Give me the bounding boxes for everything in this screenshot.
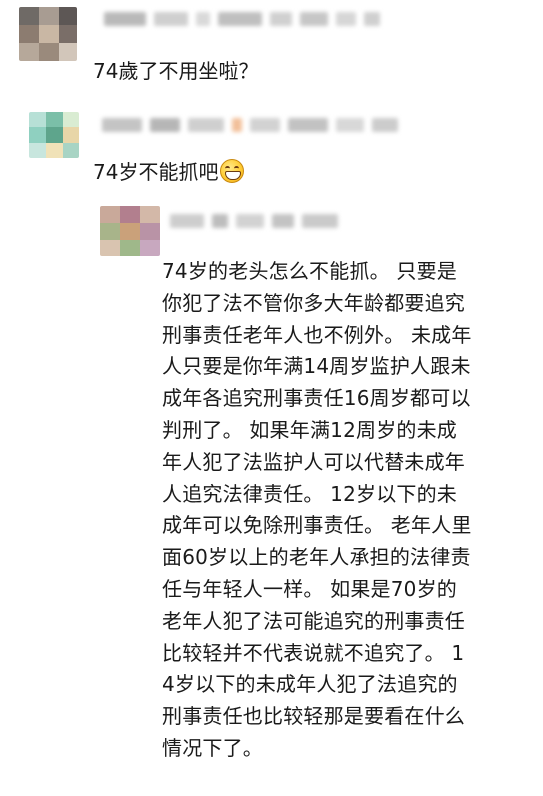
reply-line: 成年各追究刑事责任16周岁都可以 xyxy=(162,386,471,411)
reply-line: 比较轻并不代表说就不追究了。 1 xyxy=(162,640,465,665)
reply-line: 刑事责任老年人也不例外。 未成年 xyxy=(162,322,472,347)
comment-text: 74歲了不用坐啦？ xyxy=(93,59,259,83)
avatar[interactable] xyxy=(100,206,160,256)
username-blurred[interactable] xyxy=(170,210,338,232)
username-blurred[interactable] xyxy=(104,8,380,30)
reply-line: 情况下了。 xyxy=(162,735,263,760)
reply-text: 74岁的老头怎么不能抓。 只要是 你犯了法不管你多大年龄都要追究 刑事责任老年人… xyxy=(162,256,530,765)
reply-line: 刑事责任也比较轻那是要看在什么 xyxy=(162,704,465,729)
comment-text: 74岁不能抓吧 xyxy=(93,159,245,185)
username-blurred[interactable] xyxy=(102,114,398,136)
avatar[interactable] xyxy=(19,7,77,61)
reply-line: 4岁以下的未成年人犯了法追究的 xyxy=(162,672,458,697)
reply-line: 面60岁以上的老年人承担的法律责 xyxy=(162,545,471,570)
reply-line: 年人犯了法监护人可以代替未成年 xyxy=(162,449,465,474)
comment-text-content: 74岁不能抓吧 xyxy=(93,160,219,184)
reply-line: 人只要是你年满14周岁监护人跟未 xyxy=(162,354,471,379)
avatar[interactable] xyxy=(29,112,79,158)
reply-line: 成年可以免除刑事责任。 老年人里 xyxy=(162,513,472,538)
reply-line: 老年人犯了法可能追究的刑事责任 xyxy=(162,608,465,633)
reply-line: 任与年轻人一样。 如果是70岁的 xyxy=(162,576,458,601)
reply-line: 判刑了。 如果年满12周岁的未成 xyxy=(162,417,458,442)
grinning-face-emoji-icon xyxy=(220,159,245,183)
reply-line: 你犯了法不管你多大年龄都要追究 xyxy=(162,290,465,315)
reply-line: 人追究法律责任。 12岁以下的未 xyxy=(162,481,458,506)
reply-line: 74岁的老头怎么不能抓。 只要是 xyxy=(162,259,458,283)
